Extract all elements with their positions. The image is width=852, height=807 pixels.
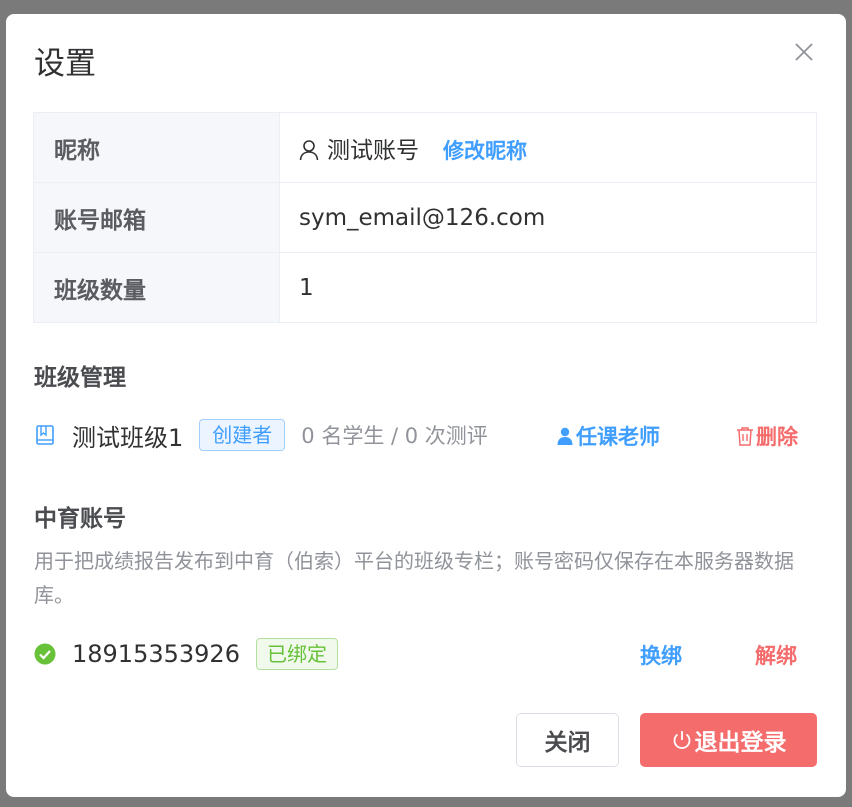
unbind-button[interactable]: 解绑 — [755, 640, 797, 670]
zhongyu-account-row: 18915353926 已绑定 — [34, 634, 818, 674]
power-icon — [673, 731, 690, 749]
zhongyu-title: 中育账号 — [34, 506, 126, 532]
dialog-title: 设置 — [34, 46, 96, 82]
logout-button[interactable]: 退出登录 — [640, 713, 817, 767]
class-count-label: 班级数量 — [33, 252, 280, 323]
user-icon — [299, 139, 319, 160]
teacher-button[interactable]: 任课老师 — [557, 421, 660, 451]
email-row: 账号邮箱 sym_email@126.com — [33, 182, 817, 253]
class-stats: 0 名学生 / 0 次测评 — [301, 424, 488, 448]
logout-label: 退出登录 — [694, 730, 787, 756]
rebind-button[interactable]: 换绑 — [640, 640, 682, 670]
nickname-row: 昵称 测试账号 修改昵称 — [33, 112, 817, 183]
nickname-label: 昵称 — [33, 112, 280, 183]
close-button[interactable]: 关闭 — [516, 713, 619, 767]
zhongyu-description: 用于把成绩报告发布到中育（伯索）平台的班级专栏；账号密码仅保存在本服务器数据库。 — [34, 549, 794, 607]
teacher-label: 任课老师 — [576, 425, 660, 449]
role-tag: 创建者 — [199, 419, 286, 451]
class-management-title: 班级管理 — [34, 365, 126, 391]
profile-table: 昵称 测试账号 修改昵称 账号邮箱 sym_email@126.com 班级数量 … — [33, 112, 817, 323]
settings-dialog: 设置 昵称 测试账号 修改昵称 账号邮箱 sym_email@126.com 班级… — [6, 14, 846, 797]
zhongyu-account: 18915353926 — [72, 640, 240, 668]
delete-class-button[interactable]: 删除 — [736, 421, 798, 451]
trash-icon — [737, 427, 753, 446]
edit-nickname-link[interactable]: 修改昵称 — [443, 139, 527, 163]
email-value: sym_email@126.com — [279, 182, 817, 253]
delete-label: 删除 — [756, 425, 798, 449]
class-name: 测试班级1 — [72, 423, 184, 452]
nickname-value: 测试账号 — [327, 137, 419, 164]
close-icon[interactable] — [792, 40, 816, 64]
class-count-row: 班级数量 1 — [33, 252, 817, 323]
bound-status-tag: 已绑定 — [255, 638, 338, 670]
check-circle-icon — [34, 643, 56, 665]
nickname-cell: 测试账号 修改昵称 — [279, 112, 817, 183]
book-icon — [36, 425, 54, 445]
email-label: 账号邮箱 — [33, 182, 280, 253]
person-icon — [557, 427, 573, 445]
class-count-value: 1 — [279, 252, 817, 323]
class-list-item: 测试班级1 创建者 0 名学生 / 0 次测评 — [34, 415, 818, 455]
